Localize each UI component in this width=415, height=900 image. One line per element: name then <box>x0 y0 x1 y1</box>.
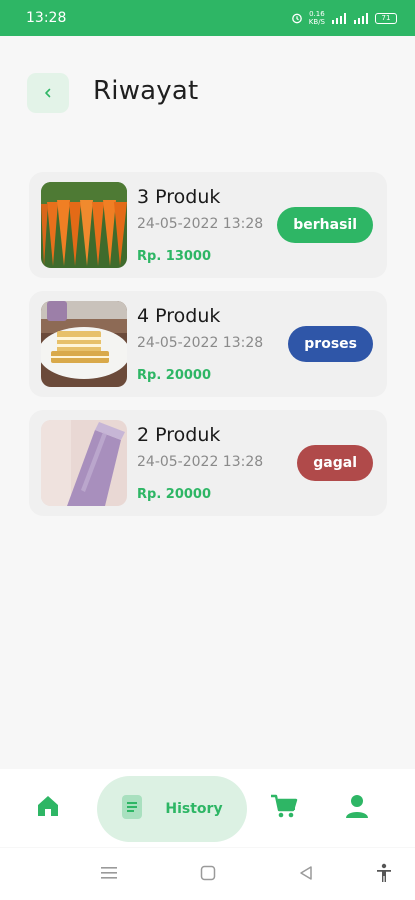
nav-cart[interactable] <box>269 791 299 825</box>
nav-history-label: History <box>165 801 223 817</box>
system-navigation-bar <box>0 848 415 900</box>
signal-icon <box>331 12 347 24</box>
signal-icon <box>353 12 369 24</box>
order-product-count: 3 Produk <box>137 186 221 208</box>
triangle-back-icon <box>298 865 314 885</box>
order-list: 3 Produk 24-05-2022 13:28 Rp. 13000 berh… <box>29 172 387 529</box>
order-price: Rp. 20000 <box>137 487 212 502</box>
accessibility-icon <box>376 863 392 887</box>
nav-history[interactable]: History <box>97 776 247 842</box>
nav-home[interactable] <box>33 791 63 825</box>
order-price: Rp. 20000 <box>137 368 212 383</box>
status-time: 13:28 <box>26 10 67 26</box>
home-button[interactable] <box>197 864 219 886</box>
battery-icon: 71 <box>375 12 397 24</box>
product-thumbnail-lotion <box>41 420 127 506</box>
bottom-navigation: History <box>0 769 415 847</box>
status-icons: 0.16 KB/S 71 <box>291 10 397 26</box>
order-date: 24-05-2022 13:28 <box>137 454 264 470</box>
speed-unit: KB/S <box>308 18 325 26</box>
nav-profile[interactable] <box>342 791 372 825</box>
alarm-icon <box>291 12 303 24</box>
order-card[interactable]: 2 Produk 24-05-2022 13:28 Rp. 20000 gaga… <box>29 410 387 516</box>
page-title: Riwayat <box>93 76 199 106</box>
header: Riwayat <box>0 60 415 124</box>
order-product-count: 4 Produk <box>137 305 221 327</box>
network-speed-icon: 0.16 KB/S <box>309 10 325 26</box>
document-icon <box>121 794 143 824</box>
status-bar: 13:28 0.16 KB/S 71 <box>0 0 415 36</box>
status-badge: gagal <box>297 445 373 481</box>
menu-icon <box>100 865 118 885</box>
back-system-button[interactable] <box>295 864 317 886</box>
order-date: 24-05-2022 13:28 <box>137 335 264 351</box>
order-price: Rp. 13000 <box>137 249 212 264</box>
product-thumbnail-wafer <box>41 301 127 387</box>
order-card[interactable]: 3 Produk 24-05-2022 13:28 Rp. 13000 berh… <box>29 172 387 278</box>
product-thumbnail-carrots <box>41 182 127 268</box>
status-badge: berhasil <box>277 207 373 243</box>
order-card[interactable]: 4 Produk 24-05-2022 13:28 Rp. 20000 pros… <box>29 291 387 397</box>
speed-value: 0.16 <box>309 10 325 18</box>
menu-button[interactable] <box>98 864 120 886</box>
user-icon <box>345 793 369 823</box>
back-button[interactable] <box>27 73 69 113</box>
order-product-count: 2 Produk <box>137 424 221 446</box>
accessibility-button[interactable] <box>373 863 395 887</box>
order-date: 24-05-2022 13:28 <box>137 216 264 232</box>
square-home-icon <box>200 865 216 885</box>
chevron-left-icon <box>42 84 54 103</box>
home-icon <box>35 793 61 823</box>
cart-icon <box>270 793 298 823</box>
status-badge: proses <box>288 326 373 362</box>
